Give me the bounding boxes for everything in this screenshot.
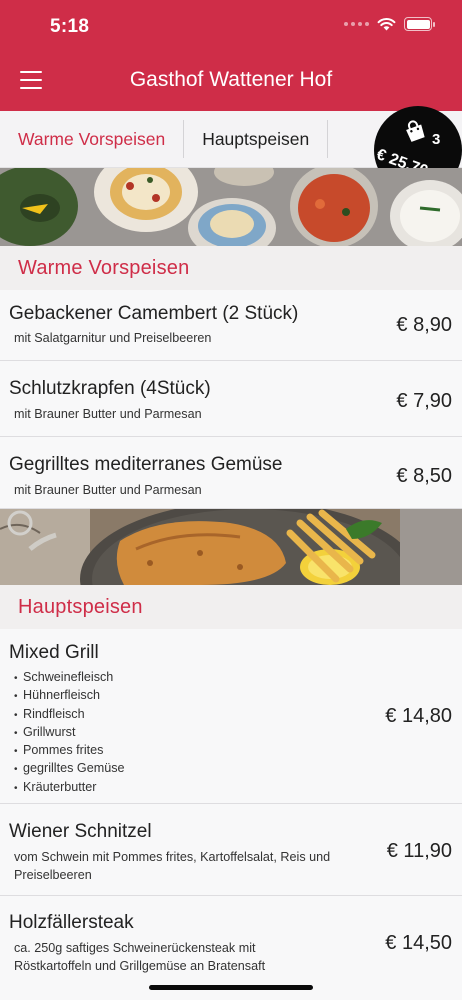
item-description: mit Brauner Butter und Parmesan bbox=[14, 483, 202, 497]
starters-photo bbox=[0, 168, 462, 246]
item-name: Gebackener Camembert (2 Stück) bbox=[9, 303, 299, 324]
section-header-hauptspeisen: Hauptspeisen bbox=[0, 585, 462, 629]
shopping-bag-icon bbox=[406, 120, 425, 142]
ingredient-item: Rindfleisch bbox=[14, 706, 125, 724]
item-ingredients-list: Schweinefleisch Hühnerfleisch Rindfleisc… bbox=[14, 669, 125, 797]
section-header-warme-vorspeisen: Warme Vorspeisen bbox=[0, 246, 462, 290]
item-description: ca. 250g saftiges Schweinerückensteak mi… bbox=[14, 941, 266, 973]
ingredient-item: Schweinefleisch bbox=[14, 669, 125, 687]
tab-hauptspeisen[interactable]: Hauptspeisen bbox=[184, 111, 327, 168]
item-name: Mixed Grill bbox=[9, 642, 99, 663]
menu-item[interactable]: Wiener Schnitzel vom Schwein mit Pommes … bbox=[0, 804, 462, 896]
ingredient-item: Hühnerfleisch bbox=[14, 687, 125, 705]
item-description: mit Salatgarnitur und Preiselbeeren bbox=[14, 331, 212, 345]
item-description: vom Schwein mit Pommes frites, Kartoffel… bbox=[14, 850, 331, 882]
item-name: Schlutzkrapfen (4Stück) bbox=[9, 378, 211, 399]
wifi-icon bbox=[377, 18, 396, 31]
item-price: € 8,50 bbox=[396, 465, 452, 487]
item-name: Wiener Schnitzel bbox=[9, 821, 152, 842]
ingredient-item: Kräuterbutter bbox=[14, 779, 125, 797]
item-price: € 11,90 bbox=[386, 840, 452, 862]
item-price: € 14,80 bbox=[385, 705, 452, 727]
cellular-signal-icon bbox=[344, 22, 369, 26]
page-title: Gasthof Wattener Hof bbox=[129, 68, 333, 91]
ingredient-item: Grillwurst bbox=[14, 724, 125, 742]
item-name: Gegrilltes mediterranes Gemüse bbox=[9, 454, 283, 475]
status-bar: 5:18 bbox=[0, 0, 462, 52]
cart-count: 3 bbox=[432, 131, 441, 148]
main-courses-photo bbox=[0, 509, 462, 585]
home-indicator[interactable] bbox=[149, 985, 313, 990]
menu-item[interactable]: Gegrilltes mediterranes Gemüse mit Braun… bbox=[0, 437, 462, 509]
item-description: mit Brauner Butter und Parmesan bbox=[14, 407, 202, 421]
tab-warme-vorspeisen[interactable]: Warme Vorspeisen bbox=[0, 111, 183, 168]
status-time: 5:18 bbox=[50, 16, 90, 37]
status-icons bbox=[344, 17, 435, 31]
tab-divider bbox=[327, 120, 329, 158]
menu-item[interactable]: Schlutzkrapfen (4Stück) mit Brauner Butt… bbox=[0, 361, 462, 437]
item-price: € 8,90 bbox=[396, 314, 452, 336]
menu-item[interactable]: Gebackener Camembert (2 Stück) mit Salat… bbox=[0, 290, 462, 361]
app-header: 5:18 Gasthof Wattener Hof bbox=[0, 0, 462, 111]
item-price: € 7,90 bbox=[396, 390, 452, 412]
menu-item[interactable]: Mixed Grill Schweinefleisch Hühnerfleisc… bbox=[0, 629, 462, 804]
item-price: € 14,50 bbox=[385, 932, 452, 954]
ingredient-item: gegrilltes Gemüse bbox=[14, 760, 125, 778]
ingredient-item: Pommes frites bbox=[14, 742, 125, 760]
item-name: Holzfällersteak bbox=[9, 912, 134, 933]
battery-icon bbox=[404, 17, 435, 31]
